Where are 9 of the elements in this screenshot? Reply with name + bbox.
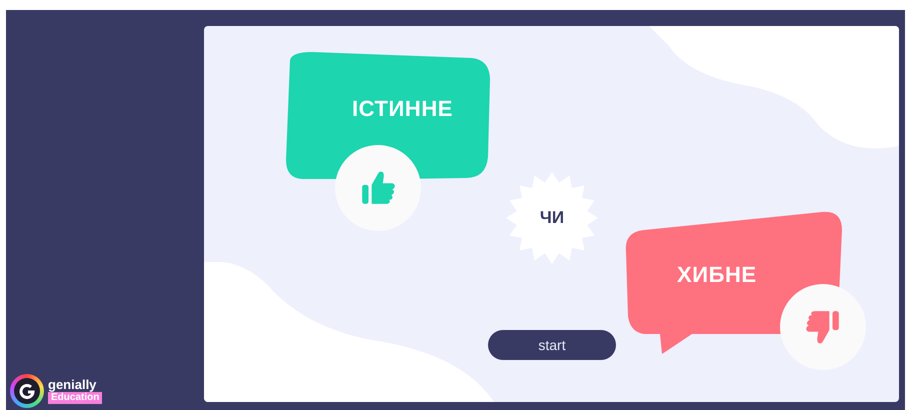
thumbs-up-icon — [359, 169, 397, 207]
answer-label: ХИБНЕ — [677, 261, 757, 289]
start-button[interactable]: start — [488, 330, 616, 360]
education-badge: Education — [48, 392, 102, 404]
answer-label: ІСТИННЕ — [352, 95, 454, 123]
brand-name: genially — [48, 378, 96, 391]
separator-text: ЧИ — [540, 207, 564, 230]
thumbs-down-icon — [804, 308, 842, 346]
logo-icon — [10, 374, 44, 408]
